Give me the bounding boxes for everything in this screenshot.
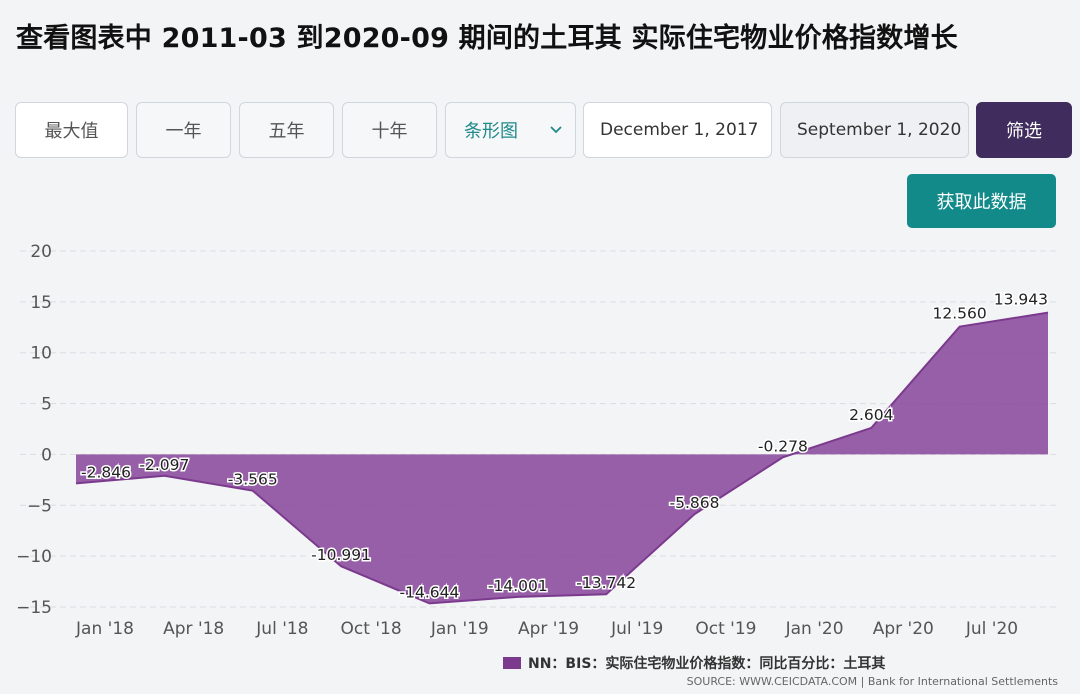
data-label: -2.846	[81, 463, 131, 481]
x-tick-label: Jan '18	[75, 619, 134, 639]
chart-area: 20 15 10 5 0 −5 −10 −15 -2.846 -2.097 -3.565 -10.99…	[16, 242, 1060, 639]
data-label: -3.565	[228, 471, 278, 489]
data-label: -13.742	[576, 574, 636, 592]
x-tick-label: Jul '20	[965, 619, 1018, 639]
x-tick-label: Apr '19	[518, 619, 579, 639]
data-label: -14.644	[400, 583, 460, 601]
legend-label: NN：BIS：实际住宅物业价格指数：同比百分比：土耳其	[528, 656, 886, 672]
y-tick-label: 5	[41, 395, 52, 415]
x-tick-label: Apr '20	[873, 619, 934, 639]
data-label: 12.560	[933, 305, 987, 323]
x-tick-label: Oct '19	[695, 619, 756, 639]
data-label: 2.604	[849, 406, 893, 424]
y-tick-label: 20	[30, 242, 52, 262]
series-area	[76, 312, 1048, 604]
y-tick-label: −5	[27, 496, 52, 516]
data-label: -14.001	[488, 577, 548, 595]
source-note: SOURCE: WWW.CEICDATA.COM | Bank for Inte…	[686, 675, 1058, 688]
chart-legend[interactable]: NN：BIS：实际住宅物业价格指数：同比百分比：土耳其	[503, 653, 885, 673]
data-label: -0.278	[758, 437, 808, 455]
y-tick-label: −10	[16, 547, 52, 567]
x-tick-label: Apr '18	[163, 619, 224, 639]
legend-swatch	[503, 657, 521, 669]
y-tick-label: 10	[30, 344, 52, 364]
data-label: -10.991	[311, 546, 371, 564]
x-tick-label: Oct '18	[341, 619, 402, 639]
data-label: -5.868	[670, 494, 720, 512]
x-tick-label: Jan '20	[785, 619, 844, 639]
y-tick-label: −15	[16, 598, 52, 618]
x-tick-label: Jan '19	[430, 619, 489, 639]
y-tick-label: 0	[41, 445, 52, 465]
x-tick-label: Jul '18	[255, 619, 308, 639]
data-label: -2.097	[139, 456, 189, 474]
data-label: 13.943	[994, 291, 1048, 309]
x-tick-label: Jul '19	[610, 619, 663, 639]
y-tick-label: 15	[30, 293, 52, 313]
